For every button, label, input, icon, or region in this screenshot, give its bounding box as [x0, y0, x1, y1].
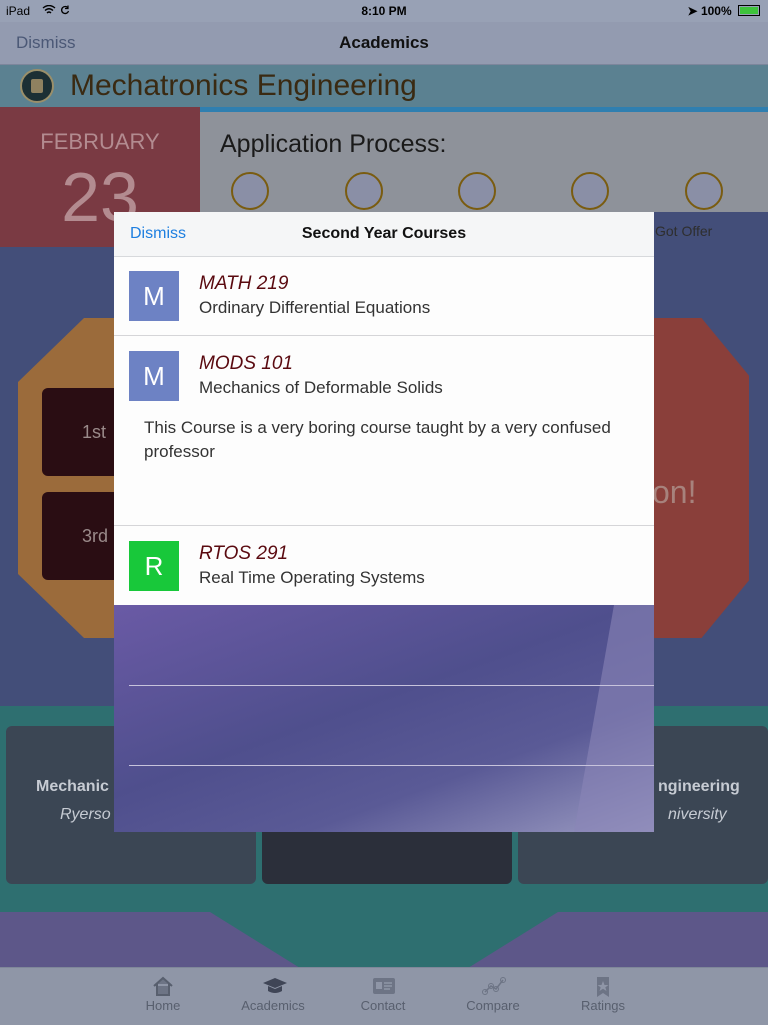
- course-name: Mechanics of Deformable Solids: [199, 378, 443, 397]
- home-icon: [152, 976, 174, 996]
- course-code: MATH 219: [199, 273, 289, 294]
- location-icon: ➤: [687, 4, 698, 18]
- course-row[interactable]: M MATH 219 Ordinary Differential Equatio…: [114, 257, 654, 336]
- row-separator: [129, 765, 654, 766]
- popover-title: Second Year Courses: [301, 225, 467, 242]
- clock: 8:10 PM: [361, 4, 407, 18]
- application-process: Application Process:: [200, 112, 768, 212]
- tab-contact[interactable]: Contact: [338, 968, 428, 1025]
- year-button[interactable]: 3rd: [42, 492, 122, 580]
- battery-icon: [738, 5, 760, 16]
- status-bar: iPad 8:10 PM ➤ 100%: [0, 0, 768, 22]
- compare-graph-icon: [482, 976, 506, 996]
- decor-shape: [574, 605, 654, 832]
- panel-text: on!: [652, 474, 697, 510]
- image-caption: Mechanic: [36, 778, 109, 795]
- image-subcaption: niversity: [668, 806, 727, 823]
- course-name: Ordinary Differential Equations: [199, 298, 431, 317]
- tab-academics[interactable]: Academics: [228, 968, 318, 1025]
- image-subcaption: Ryerso: [60, 806, 111, 823]
- step-indicator-icon: [571, 172, 609, 210]
- tab-ratings[interactable]: Ratings: [558, 968, 648, 1025]
- course-badge: R: [129, 541, 179, 591]
- step-indicator-icon: [685, 172, 723, 210]
- contact-card-icon: [372, 976, 395, 996]
- navigation-bar: Dismiss Academics: [0, 22, 768, 65]
- tab-home[interactable]: Home: [118, 968, 208, 1025]
- step-label: Got Offer: [655, 223, 713, 239]
- course-name: Real Time Operating Systems: [199, 568, 425, 587]
- step-indicator-icon: [345, 172, 383, 210]
- course-code: MODS 101: [199, 353, 293, 374]
- tab-bar: Home Academics Contact Compare Ratings: [0, 967, 768, 1025]
- program-title: Mechatronics Engineering: [70, 69, 417, 102]
- courses-popover: Dismiss Second Year Courses M MATH 219 O…: [114, 212, 654, 832]
- year-button[interactable]: 1st: [42, 388, 122, 476]
- course-row[interactable]: R RTOS 291 Real Time Operating Systems: [114, 526, 654, 605]
- course-code: RTOS 291: [199, 543, 289, 564]
- course-row[interactable]: M MODS 101 Mechanics of Deformable Solid…: [114, 336, 654, 526]
- image-caption: ngineering: [658, 778, 740, 795]
- empty-list-area: [114, 605, 654, 832]
- step-indicator-icon: [231, 172, 269, 210]
- application-heading: Application Process:: [220, 130, 447, 158]
- battery-status: ➤ 100%: [688, 4, 760, 18]
- popover-dismiss-button[interactable]: Dismiss: [130, 225, 186, 243]
- year-selector-panel: [18, 318, 128, 638]
- date-month: FEBRUARY: [40, 129, 160, 154]
- course-description: This Course is a very boring course taug…: [144, 418, 611, 461]
- popover-header: Dismiss Second Year Courses: [114, 212, 654, 257]
- course-badge: M: [129, 271, 179, 321]
- program-header: Mechatronics Engineering: [0, 65, 768, 107]
- course-list: M MATH 219 Ordinary Differential Equatio…: [114, 257, 654, 605]
- graduation-cap-icon: [262, 976, 287, 996]
- row-separator: [129, 685, 654, 686]
- course-badge: M: [129, 351, 179, 401]
- step-indicator-icon: [458, 172, 496, 210]
- tab-compare[interactable]: Compare: [448, 968, 538, 1025]
- university-seal-icon: [20, 69, 54, 103]
- nav-dismiss-button[interactable]: Dismiss: [16, 33, 76, 53]
- ribbon-star-icon: [592, 976, 614, 997]
- nav-title: Academics: [339, 33, 429, 52]
